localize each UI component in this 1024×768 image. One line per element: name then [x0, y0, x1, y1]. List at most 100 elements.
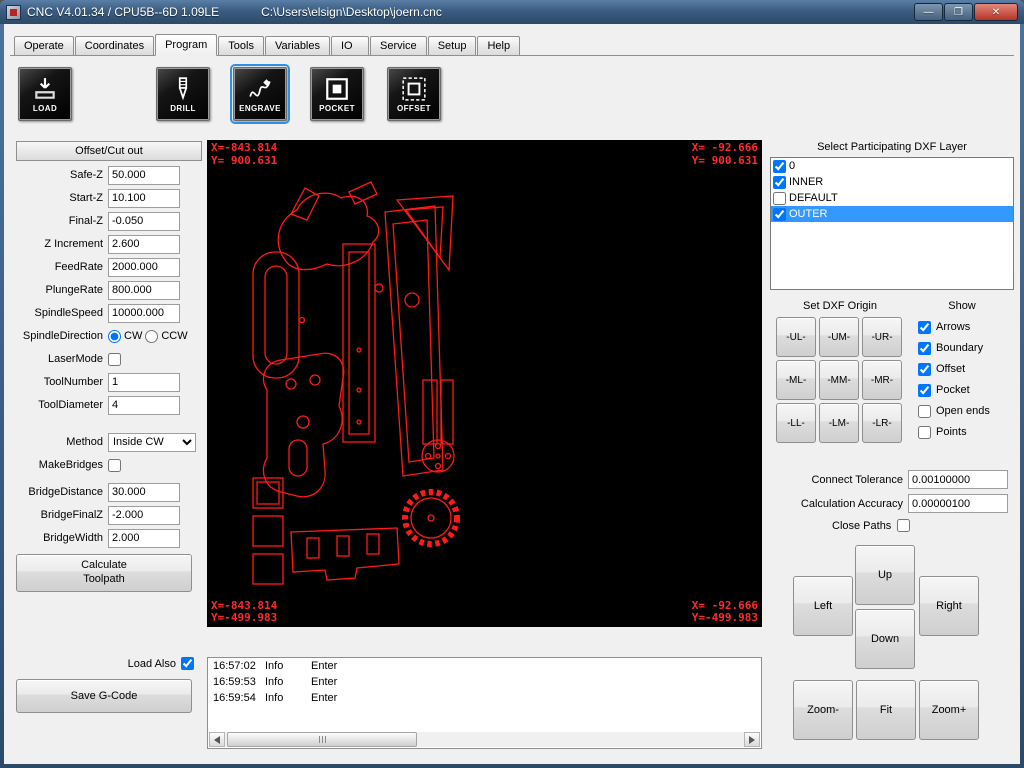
minimize-button[interactable]: — [914, 3, 943, 21]
toolbar: LOAD DRILL ENGRAVE [18, 64, 441, 124]
origin-ml-button[interactable]: -ML- [776, 360, 816, 400]
make-bridges-checkbox[interactable] [108, 459, 121, 472]
start-z-input[interactable] [108, 189, 180, 208]
pan-left-button[interactable]: Left [793, 576, 853, 636]
scroll-right-button[interactable] [744, 732, 760, 747]
tab-program[interactable]: Program [155, 34, 217, 56]
zoom-out-button[interactable]: Zoom- [793, 680, 853, 740]
pan-right-button[interactable]: Right [919, 576, 979, 636]
safe-z-input[interactable] [108, 166, 180, 185]
engrave-button[interactable]: ENGRAVE [233, 67, 287, 121]
titlebar[interactable]: CNC V4.01.34 / CPU5B--6D 1.09LE C:\Users… [0, 0, 1024, 24]
plungerate-input[interactable] [108, 281, 180, 300]
show-header: Show [910, 300, 1014, 312]
fit-button[interactable]: Fit [856, 680, 916, 740]
z-increment-input[interactable] [108, 235, 180, 254]
tab-operate[interactable]: Operate [14, 36, 74, 55]
load-button[interactable]: LOAD [18, 67, 72, 121]
save-gcode-button[interactable]: Save G-Code [16, 679, 192, 713]
log-entry: 16:57:02 Info Enter [208, 658, 761, 674]
dxf-viewport[interactable]: X=-843.814 Y= 900.631 X= -92.666 Y= 900.… [207, 140, 762, 627]
origin-mr-button[interactable]: -MR- [862, 360, 902, 400]
window-file-path: C:\Users\elsign\Desktop\joern.cnc [261, 5, 442, 19]
spindle-cw-radio[interactable] [108, 330, 121, 343]
tab-io[interactable]: IO [331, 36, 369, 55]
final-z-input[interactable] [108, 212, 180, 231]
bridge-finalz-input[interactable] [108, 506, 180, 525]
tab-tools[interactable]: Tools [218, 36, 264, 55]
layer-row-default[interactable]: DEFAULT [771, 190, 1013, 206]
calculation-accuracy-input[interactable] [908, 494, 1008, 513]
origin-ll-button[interactable]: -LL- [776, 403, 816, 443]
feedrate-label: FeedRate [16, 261, 108, 273]
layer-inner-checkbox[interactable] [773, 176, 786, 189]
maximize-icon: ❐ [954, 7, 963, 18]
pocket-button[interactable]: POCKET [310, 67, 364, 121]
origin-mm-button[interactable]: -MM- [819, 360, 859, 400]
origin-ur-button[interactable]: -UR- [862, 317, 902, 357]
origin-um-button[interactable]: -UM- [819, 317, 859, 357]
show-arrows-checkbox[interactable] [918, 321, 931, 334]
laser-mode-checkbox[interactable] [108, 353, 121, 366]
layer-row-0[interactable]: 0 [771, 158, 1013, 174]
show-open-ends-checkbox[interactable] [918, 405, 931, 418]
maximize-button[interactable]: ❐ [944, 3, 973, 21]
layer-0-checkbox[interactable] [773, 160, 786, 173]
show-offset-checkbox[interactable] [918, 363, 931, 376]
show-open-ends-label: Open ends [936, 405, 990, 417]
tab-help[interactable]: Help [477, 36, 520, 55]
tab-setup[interactable]: Setup [428, 36, 477, 55]
layer-inner-label: INNER [789, 176, 823, 188]
origin-lr-button[interactable]: -LR- [862, 403, 902, 443]
pan-up-button[interactable]: Up [855, 545, 915, 605]
start-z-label: Start-Z [16, 192, 108, 204]
calculate-toolpath-button[interactable]: Calculate Toolpath [16, 554, 192, 592]
pan-down-button[interactable]: Down [855, 609, 915, 669]
client-area: Operate Coordinates Program Tools Variab… [4, 24, 1020, 764]
drill-button[interactable]: DRILL [156, 67, 210, 121]
show-pocket-checkbox[interactable] [918, 384, 931, 397]
viewport-coord-top-left: X=-843.814 Y= 900.631 [211, 142, 277, 167]
close-paths-label: Close Paths [832, 520, 891, 532]
scroll-left-button[interactable] [209, 732, 225, 747]
tool-number-input[interactable] [108, 373, 180, 392]
z-increment-label: Z Increment [16, 238, 108, 250]
layer-row-outer[interactable]: OUTER [771, 206, 1013, 222]
layer-list-header: Select Participating DXF Layer [770, 141, 1014, 153]
load-also-checkbox[interactable] [181, 657, 194, 670]
tool-diameter-input[interactable] [108, 396, 180, 415]
layer-outer-checkbox[interactable] [773, 208, 786, 221]
drill-icon [168, 76, 198, 102]
layer-listbox[interactable]: 0 INNER DEFAULT OUTER [770, 157, 1014, 290]
layer-default-checkbox[interactable] [773, 192, 786, 205]
log-panel[interactable]: 16:57:02 Info Enter 16:59:53 Info Enter … [207, 657, 762, 749]
show-boundary-checkbox[interactable] [918, 342, 931, 355]
tab-coordinates[interactable]: Coordinates [75, 36, 154, 55]
show-points-checkbox[interactable] [918, 426, 931, 439]
set-dxf-origin-header: Set DXF Origin [770, 300, 910, 312]
log-horizontal-scrollbar[interactable] [209, 732, 760, 747]
tab-service[interactable]: Service [370, 36, 427, 55]
layer-row-inner[interactable]: INNER [771, 174, 1013, 190]
feedrate-input[interactable] [108, 258, 180, 277]
bridge-distance-input[interactable] [108, 483, 180, 502]
close-icon: ✕ [992, 7, 1000, 18]
pocket-icon [322, 76, 352, 102]
close-button[interactable]: ✕ [974, 3, 1018, 21]
connect-tolerance-input[interactable] [908, 470, 1008, 489]
tab-variables[interactable]: Variables [265, 36, 330, 55]
offset-button[interactable]: OFFSET [387, 67, 441, 121]
load-icon [30, 76, 60, 102]
scrollbar-thumb[interactable] [227, 732, 417, 747]
origin-ul-button[interactable]: -UL- [776, 317, 816, 357]
spindle-ccw-radio[interactable] [145, 330, 158, 343]
zoom-in-button[interactable]: Zoom+ [919, 680, 979, 740]
origin-button-grid: -UL- -UM- -UR- -ML- -MM- -MR- -LL- -LM- … [776, 317, 902, 443]
minimize-icon: — [924, 7, 934, 18]
origin-lm-button[interactable]: -LM- [819, 403, 859, 443]
bridge-width-input[interactable] [108, 529, 180, 548]
close-paths-checkbox[interactable] [897, 519, 910, 532]
log-message: Enter [311, 660, 761, 672]
spindlespeed-input[interactable] [108, 304, 180, 323]
method-select[interactable]: Inside CW [108, 433, 196, 452]
